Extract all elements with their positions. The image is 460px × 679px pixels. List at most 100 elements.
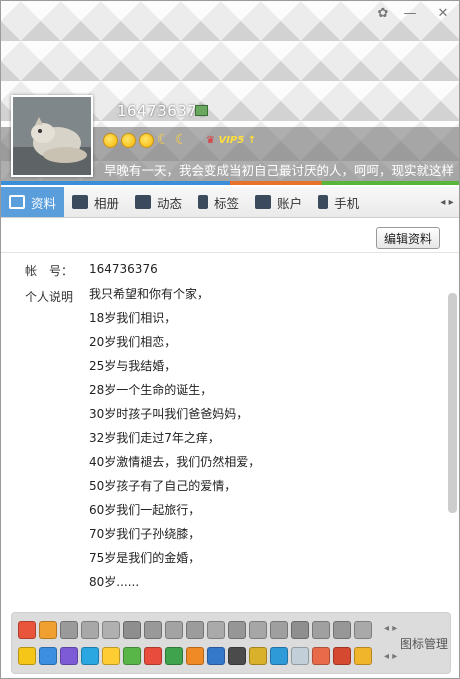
service-icon[interactable] xyxy=(354,647,372,665)
service-icon[interactable] xyxy=(333,621,351,639)
service-icon[interactable] xyxy=(123,621,141,639)
vip-up-icon: ↑ xyxy=(247,135,257,146)
minimize-button[interactable]: — xyxy=(399,5,421,21)
description-line: 32岁我们走过7年之痒， xyxy=(89,431,220,445)
service-icon[interactable] xyxy=(81,647,99,665)
description-line: 18岁我们相识， xyxy=(89,311,177,325)
service-icon[interactable] xyxy=(102,621,120,639)
qq-level[interactable]: ☾ ☾ xyxy=(103,133,190,148)
profile-window: ✿ — ✕ 164736376 ☾ ☾ ♛ VIP5 ↑ 早晚有一天，我会变成当… xyxy=(0,0,460,679)
icon-panel: ◂ ▸ ◂ ▸ 图标管理 xyxy=(11,612,451,674)
service-icon[interactable] xyxy=(270,621,288,639)
skin-button[interactable]: ✿ xyxy=(372,5,394,21)
icon-row-top xyxy=(18,621,372,639)
description-line: 60岁我们一起旅行， xyxy=(89,503,201,517)
description-label: 个人说明 xyxy=(25,290,74,304)
account-value: 164736376 xyxy=(89,262,158,276)
service-icon[interactable] xyxy=(144,621,162,639)
service-icon[interactable] xyxy=(291,647,309,665)
service-icon[interactable] xyxy=(312,647,330,665)
tab-phone[interactable]: 手机 xyxy=(310,187,367,217)
service-icon[interactable] xyxy=(270,647,288,665)
nickname: 164736376 xyxy=(117,102,208,120)
skin-icon: ✿ xyxy=(377,5,389,21)
service-icon[interactable] xyxy=(228,647,246,665)
description-line: 70岁我们子孙绕膝， xyxy=(89,527,201,541)
tab-feed[interactable]: 动态 xyxy=(127,187,190,217)
description-line: 我只希望和你有个家， xyxy=(89,287,210,301)
tab-album[interactable]: 相册 xyxy=(64,187,127,217)
header-divider xyxy=(1,181,459,185)
service-icon[interactable] xyxy=(249,621,267,639)
close-button[interactable]: ✕ xyxy=(432,5,454,21)
description-line: 50岁孩子有了自己的爱情， xyxy=(89,479,237,493)
wallet-icon xyxy=(255,195,272,209)
service-icon[interactable] xyxy=(165,647,183,665)
service-icon[interactable] xyxy=(60,621,78,639)
vip-level: VIP5 xyxy=(218,135,245,146)
icon-pager-top[interactable]: ◂ ▸ xyxy=(384,623,397,634)
tab-label: 手机 xyxy=(334,195,360,211)
icon-row-bottom xyxy=(18,647,372,665)
feed-icon xyxy=(135,195,152,209)
service-icon[interactable] xyxy=(102,647,120,665)
description-line: 28岁一个生命的诞生， xyxy=(89,383,213,397)
description-line: 20岁我们相恋， xyxy=(89,335,177,349)
service-icon[interactable] xyxy=(186,621,204,639)
service-icon[interactable] xyxy=(249,647,267,665)
edit-profile-button[interactable]: 编辑资料 xyxy=(376,227,440,249)
phone-icon xyxy=(318,195,329,209)
profile-tabs: 资料 相册 动态 标签 账户 手机 ◂ ▸ xyxy=(1,187,459,218)
close-icon: ✕ xyxy=(437,5,449,21)
tag-icon xyxy=(198,195,209,209)
service-icon[interactable] xyxy=(18,621,36,639)
tab-label: 账户 xyxy=(277,195,303,211)
tab-profile[interactable]: 资料 xyxy=(1,187,65,217)
service-icon[interactable] xyxy=(165,621,183,639)
account-label: 帐 号： xyxy=(25,264,74,278)
tab-account[interactable]: 账户 xyxy=(247,187,310,217)
service-icon[interactable] xyxy=(228,621,246,639)
tabs-scroll-arrows[interactable]: ◂ ▸ xyxy=(435,187,459,217)
moon-icon: ☾ xyxy=(175,132,188,148)
service-icon[interactable] xyxy=(81,621,99,639)
tab-label: 标签 xyxy=(214,195,240,211)
service-icon[interactable] xyxy=(186,647,204,665)
description-line: 40岁激情褪去，我们仍然相爱， xyxy=(89,455,261,469)
profile-toolbar: 编辑资料 xyxy=(1,219,459,253)
service-icon[interactable] xyxy=(39,621,57,639)
tab-label: 资料 xyxy=(31,195,57,211)
account-row: 帐 号： 164736376 xyxy=(25,262,445,279)
service-icon[interactable] xyxy=(207,647,225,665)
icon-pager-bottom[interactable]: ◂ ▸ xyxy=(384,651,397,662)
description-text: 我只希望和你有个家， 18岁我们相识， 20岁我们相恋， 25岁与我结婚， 28… xyxy=(89,282,260,594)
avatar[interactable] xyxy=(11,95,93,177)
personal-signature[interactable]: 早晚有一天，我会变成当初自己最讨厌的人，呵呵，现实就这样 xyxy=(104,160,454,179)
vip-badge[interactable]: ♛ VIP5 ↑ xyxy=(206,135,256,146)
service-icon[interactable] xyxy=(354,621,372,639)
service-icon[interactable] xyxy=(18,647,36,665)
vip-crown-icon: ♛ xyxy=(206,135,215,146)
sun-icon xyxy=(121,133,136,148)
description-line: 80岁...... xyxy=(89,575,140,589)
sun-icon xyxy=(139,133,154,148)
service-icon[interactable] xyxy=(291,621,309,639)
service-icon[interactable] xyxy=(60,647,78,665)
avatar-image-icon xyxy=(13,97,91,175)
profile-info: 帐 号： 164736376 个人说明 我只希望和你有个家， 18岁我们相识， … xyxy=(1,254,447,609)
service-icon[interactable] xyxy=(312,621,330,639)
profile-header: ✿ — ✕ 164736376 ☾ ☾ ♛ VIP5 ↑ 早晚有一天，我会变成当… xyxy=(1,1,459,185)
minimize-icon: — xyxy=(403,5,417,21)
tab-label: 相册 xyxy=(94,195,120,211)
service-icon[interactable] xyxy=(144,647,162,665)
tab-tags[interactable]: 标签 xyxy=(190,187,247,217)
service-icon[interactable] xyxy=(123,647,141,665)
vertical-scrollbar[interactable] xyxy=(448,293,457,513)
icon-management-link[interactable]: 图标管理 xyxy=(400,635,448,652)
service-icon[interactable] xyxy=(333,647,351,665)
edit-nickname-icon[interactable] xyxy=(195,105,208,116)
service-icon[interactable] xyxy=(207,621,225,639)
description-line: 30岁时孩子叫我们爸爸妈妈， xyxy=(89,407,249,421)
tab-label: 动态 xyxy=(157,195,183,211)
service-icon[interactable] xyxy=(39,647,57,665)
